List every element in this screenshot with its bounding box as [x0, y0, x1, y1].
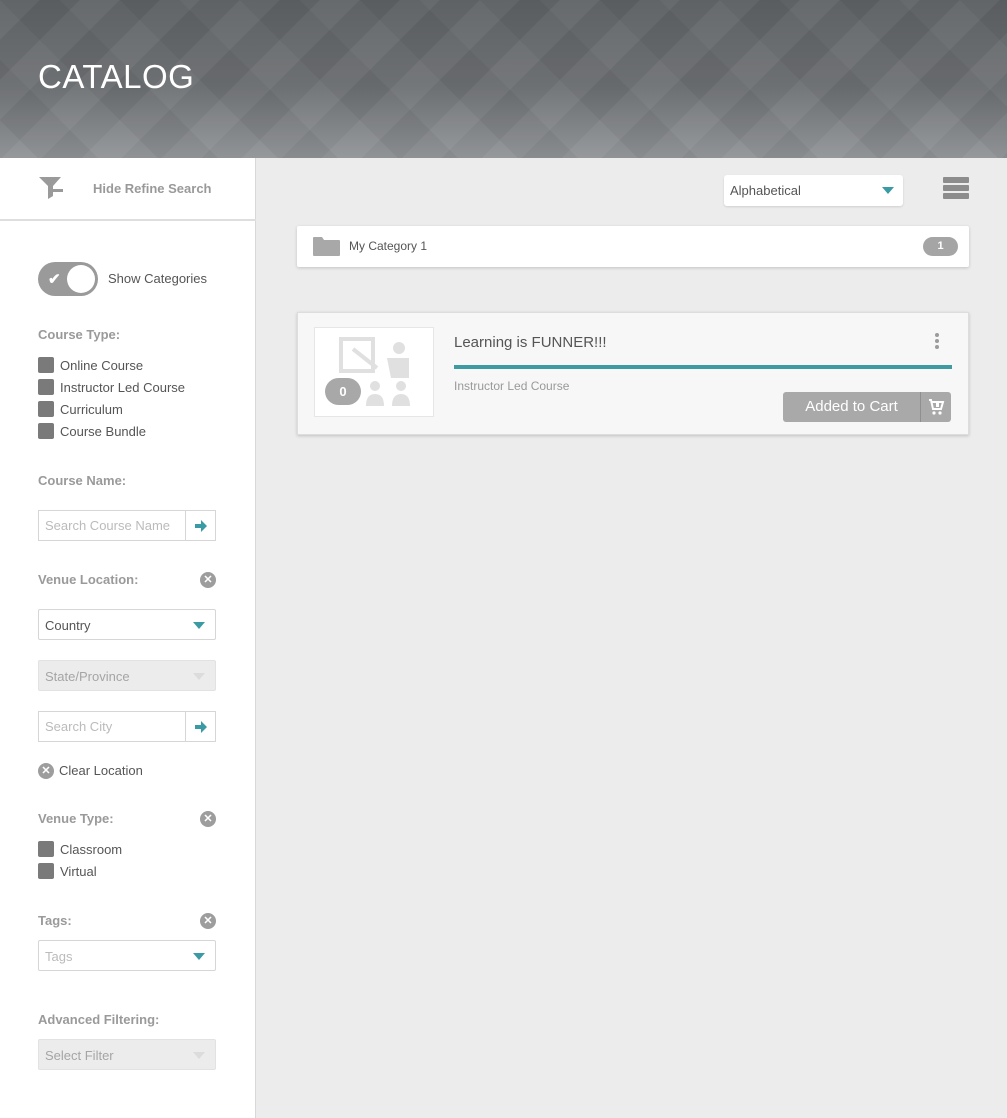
refine-search-label: Hide Refine Search	[93, 181, 212, 196]
cart-icon	[929, 399, 945, 415]
enrollment-count-badge: 0	[325, 378, 361, 405]
advanced-filtering-heading: Advanced Filtering:	[38, 1012, 160, 1027]
checkbox-label: Course Bundle	[60, 423, 146, 439]
course-name-input[interactable]	[45, 511, 183, 540]
tags-heading: Tags:	[38, 913, 72, 928]
checkbox[interactable]	[38, 423, 54, 439]
chevron-down-icon	[193, 622, 205, 629]
checkbox-label: Virtual	[60, 863, 97, 879]
course-name-search	[38, 510, 216, 541]
checkbox-curriculum[interactable]: Curriculum	[38, 401, 123, 417]
chevron-down-icon	[193, 1052, 205, 1059]
refine-search-toggle[interactable]: Hide Refine Search	[0, 158, 256, 221]
advanced-filter-select: Select Filter	[38, 1039, 216, 1070]
checkbox-label: Instructor Led Course	[60, 379, 186, 395]
funnel-icon	[39, 177, 63, 199]
course-name-heading: Course Name:	[38, 473, 127, 488]
course-accent-bar	[454, 365, 952, 369]
course-type-heading: Course Type:	[38, 327, 121, 342]
tags-select[interactable]: Tags	[38, 940, 216, 971]
category-name: My Category 1	[349, 239, 428, 253]
clear-location-link[interactable]: Clear Location	[59, 763, 143, 778]
course-name-submit-button[interactable]	[185, 511, 215, 540]
added-to-cart-button[interactable]: Added to Cart	[783, 392, 951, 422]
tags-select-placeholder: Tags	[45, 949, 73, 964]
arrow-right-icon	[194, 519, 207, 532]
course-thumbnail[interactable]: 0	[314, 327, 434, 417]
checkbox-label: Online Course	[60, 357, 144, 373]
arrow-right-icon	[194, 720, 207, 733]
venue-location-heading: Venue Location:	[38, 572, 139, 587]
clear-location-icon[interactable]: ✕	[38, 763, 54, 779]
checkbox-label: Classroom	[60, 841, 123, 857]
venue-type-heading: Venue Type:	[38, 811, 114, 826]
page-title: CATALOG	[38, 58, 195, 95]
folder-icon	[313, 237, 340, 256]
refine-search-sidebar: Hide Refine Search ✔ Show Categories Cou…	[0, 158, 256, 1118]
city-search-submit-button[interactable]	[185, 712, 215, 741]
check-icon: ✔	[48, 271, 61, 288]
country-select-value: Country	[45, 618, 91, 633]
checkbox-virtual[interactable]: Virtual	[38, 863, 97, 879]
chevron-down-icon	[193, 953, 205, 960]
show-categories-toggle[interactable]: ✔	[38, 262, 98, 296]
course-card[interactable]: 0 Learning is FUNNER!!! Instructor Led C…	[297, 312, 969, 435]
checkbox[interactable]	[38, 863, 54, 879]
clear-venue-location-icon[interactable]: ✕	[200, 572, 216, 588]
show-categories-label: Show Categories	[108, 271, 207, 286]
toggle-knob	[67, 265, 95, 293]
page-header: CATALOG	[0, 0, 1007, 158]
cart-remove-button[interactable]	[920, 392, 951, 422]
checkbox-classroom[interactable]: Classroom	[38, 841, 122, 857]
city-search-input[interactable]	[45, 712, 183, 741]
advanced-filter-placeholder: Select Filter	[45, 1048, 114, 1063]
checkbox-online-course[interactable]: Online Course	[38, 357, 143, 373]
category-count-badge: 1	[923, 237, 958, 256]
sort-select[interactable]: Alphabetical	[724, 175, 903, 206]
chevron-down-icon	[882, 187, 894, 194]
checkbox-instructor-led-course[interactable]: Instructor Led Course	[38, 379, 185, 395]
more-options-icon[interactable]	[932, 333, 942, 353]
state-select-value: State/Province	[45, 669, 130, 684]
city-search	[38, 711, 216, 742]
clear-venue-type-icon[interactable]: ✕	[200, 811, 216, 827]
list-view-icon[interactable]	[943, 177, 969, 203]
checkbox-label: Curriculum	[60, 401, 123, 417]
sort-select-value: Alphabetical	[730, 183, 801, 198]
chevron-down-icon	[193, 673, 205, 680]
country-select[interactable]: Country	[38, 609, 216, 640]
checkbox[interactable]	[38, 401, 54, 417]
state-province-select: State/Province	[38, 660, 216, 691]
instructor-led-icon	[339, 337, 410, 406]
checkbox[interactable]	[38, 379, 54, 395]
checkbox-course-bundle[interactable]: Course Bundle	[38, 423, 146, 439]
category-row[interactable]: My Category 1 1	[297, 226, 969, 267]
clear-tags-icon[interactable]: ✕	[200, 913, 216, 929]
checkbox[interactable]	[38, 841, 54, 857]
course-type-label: Instructor Led Course	[454, 379, 570, 393]
checkbox[interactable]	[38, 357, 54, 373]
course-title[interactable]: Learning is FUNNER!!!	[454, 334, 607, 351]
cart-button-label: Added to Cart	[805, 398, 898, 415]
